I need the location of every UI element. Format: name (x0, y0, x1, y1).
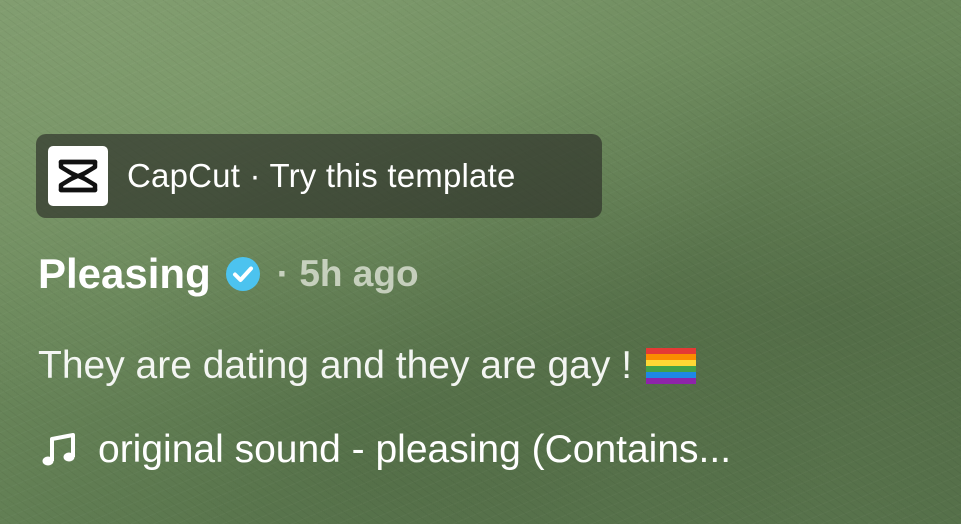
capcut-brand: CapCut (127, 157, 241, 194)
author-row: Pleasing · 5h ago (38, 246, 419, 302)
capcut-banner-label: CapCut · Try this template (127, 157, 516, 195)
author-name[interactable]: Pleasing (38, 250, 211, 298)
sound-row[interactable]: original sound - pleasing (Contains... (40, 428, 731, 472)
rainbow-flag-icon (646, 348, 697, 384)
post-time: · 5h ago (276, 253, 419, 294)
capcut-separator: · (249, 157, 261, 194)
verified-badge-icon (225, 256, 261, 292)
capcut-template-banner[interactable]: CapCut · Try this template (36, 134, 602, 218)
capcut-cta: Try this template (269, 157, 516, 194)
music-note-icon (40, 431, 78, 469)
sound-label: original sound - pleasing (Contains... (98, 428, 732, 471)
video-caption: They are dating and they are gay ! (38, 344, 697, 388)
caption-text: They are dating and they are gay ! (38, 344, 633, 387)
capcut-logo-icon (48, 146, 108, 206)
